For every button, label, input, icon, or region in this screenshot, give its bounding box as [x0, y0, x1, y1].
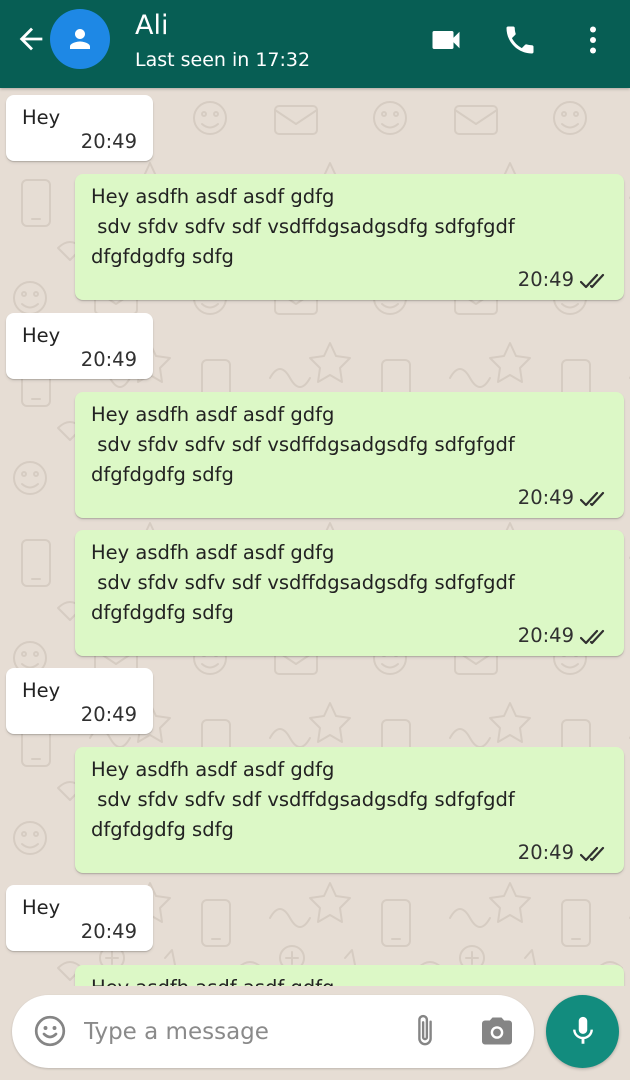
chat-header: Ali Last seen in 17:32 [0, 0, 630, 88]
message-text: Hey [22, 896, 61, 919]
message-text: Hey [22, 679, 61, 702]
message-text: Hey asdfh asdf asdf gdfg sdv sfdv sdfv s… [91, 185, 515, 268]
message-text: Hey [22, 106, 61, 129]
back-arrow-icon[interactable] [14, 22, 48, 56]
message-text: Hey asdfh asdf asdf gdfg [91, 973, 334, 986]
incoming-message[interactable]: Hey 20:49 [6, 313, 153, 379]
outgoing-message[interactable]: Hey asdfh asdf asdf gdfg [75, 965, 624, 986]
message-time: 20:49 [80, 920, 137, 943]
message-time: 20:49 [80, 130, 137, 153]
video-call-icon[interactable] [428, 22, 464, 58]
double-check-icon [580, 491, 605, 507]
message-text: Hey asdfh asdf asdf gdfg sdv sfdv sdfv s… [91, 403, 515, 486]
emoji-icon[interactable] [32, 1013, 68, 1049]
message-time: 20:49 [517, 624, 574, 647]
attach-icon[interactable] [410, 1012, 440, 1050]
last-seen-status: Last seen in 17:32 [135, 49, 311, 71]
mic-button[interactable] [546, 995, 619, 1068]
message-time: 20:49 [80, 703, 137, 726]
message-text: Hey asdfh asdf asdf gdfg sdv sfdv sdfv s… [91, 758, 515, 841]
message-list[interactable]: Hey 20:49 Hey asdfh asdf asdf gdfg sdv s… [0, 88, 630, 986]
message-input[interactable] [84, 995, 404, 1068]
incoming-message[interactable]: Hey 20:49 [6, 95, 153, 161]
avatar[interactable] [50, 9, 110, 69]
outgoing-message[interactable]: Hey asdfh asdf asdf gdfg sdv sfdv sdfv s… [75, 392, 624, 518]
outgoing-message[interactable]: Hey asdfh asdf asdf gdfg sdv sfdv sdfv s… [75, 747, 624, 873]
incoming-message[interactable]: Hey 20:49 [6, 885, 153, 951]
double-check-icon [580, 629, 605, 645]
contact-name[interactable]: Ali [135, 9, 168, 43]
double-check-icon [580, 273, 605, 289]
message-text: Hey asdfh asdf asdf gdfg sdv sfdv sdfv s… [91, 541, 515, 624]
outgoing-message[interactable]: Hey asdfh asdf asdf gdfg sdv sfdv sdfv s… [75, 174, 624, 300]
message-text: Hey [22, 324, 61, 347]
message-time: 20:49 [517, 486, 574, 509]
mic-icon [573, 1016, 593, 1044]
double-check-icon [580, 846, 605, 862]
message-time: 20:49 [517, 268, 574, 291]
incoming-message[interactable]: Hey 20:49 [6, 668, 153, 734]
message-composer [12, 995, 534, 1068]
message-time: 20:49 [80, 348, 137, 371]
message-time: 20:49 [517, 841, 574, 864]
camera-icon[interactable] [479, 1013, 515, 1049]
outgoing-message[interactable]: Hey asdfh asdf asdf gdfg sdv sfdv sdfv s… [75, 530, 624, 656]
more-vert-icon[interactable] [575, 22, 611, 58]
voice-call-icon[interactable] [502, 22, 538, 58]
person-icon [70, 29, 90, 49]
